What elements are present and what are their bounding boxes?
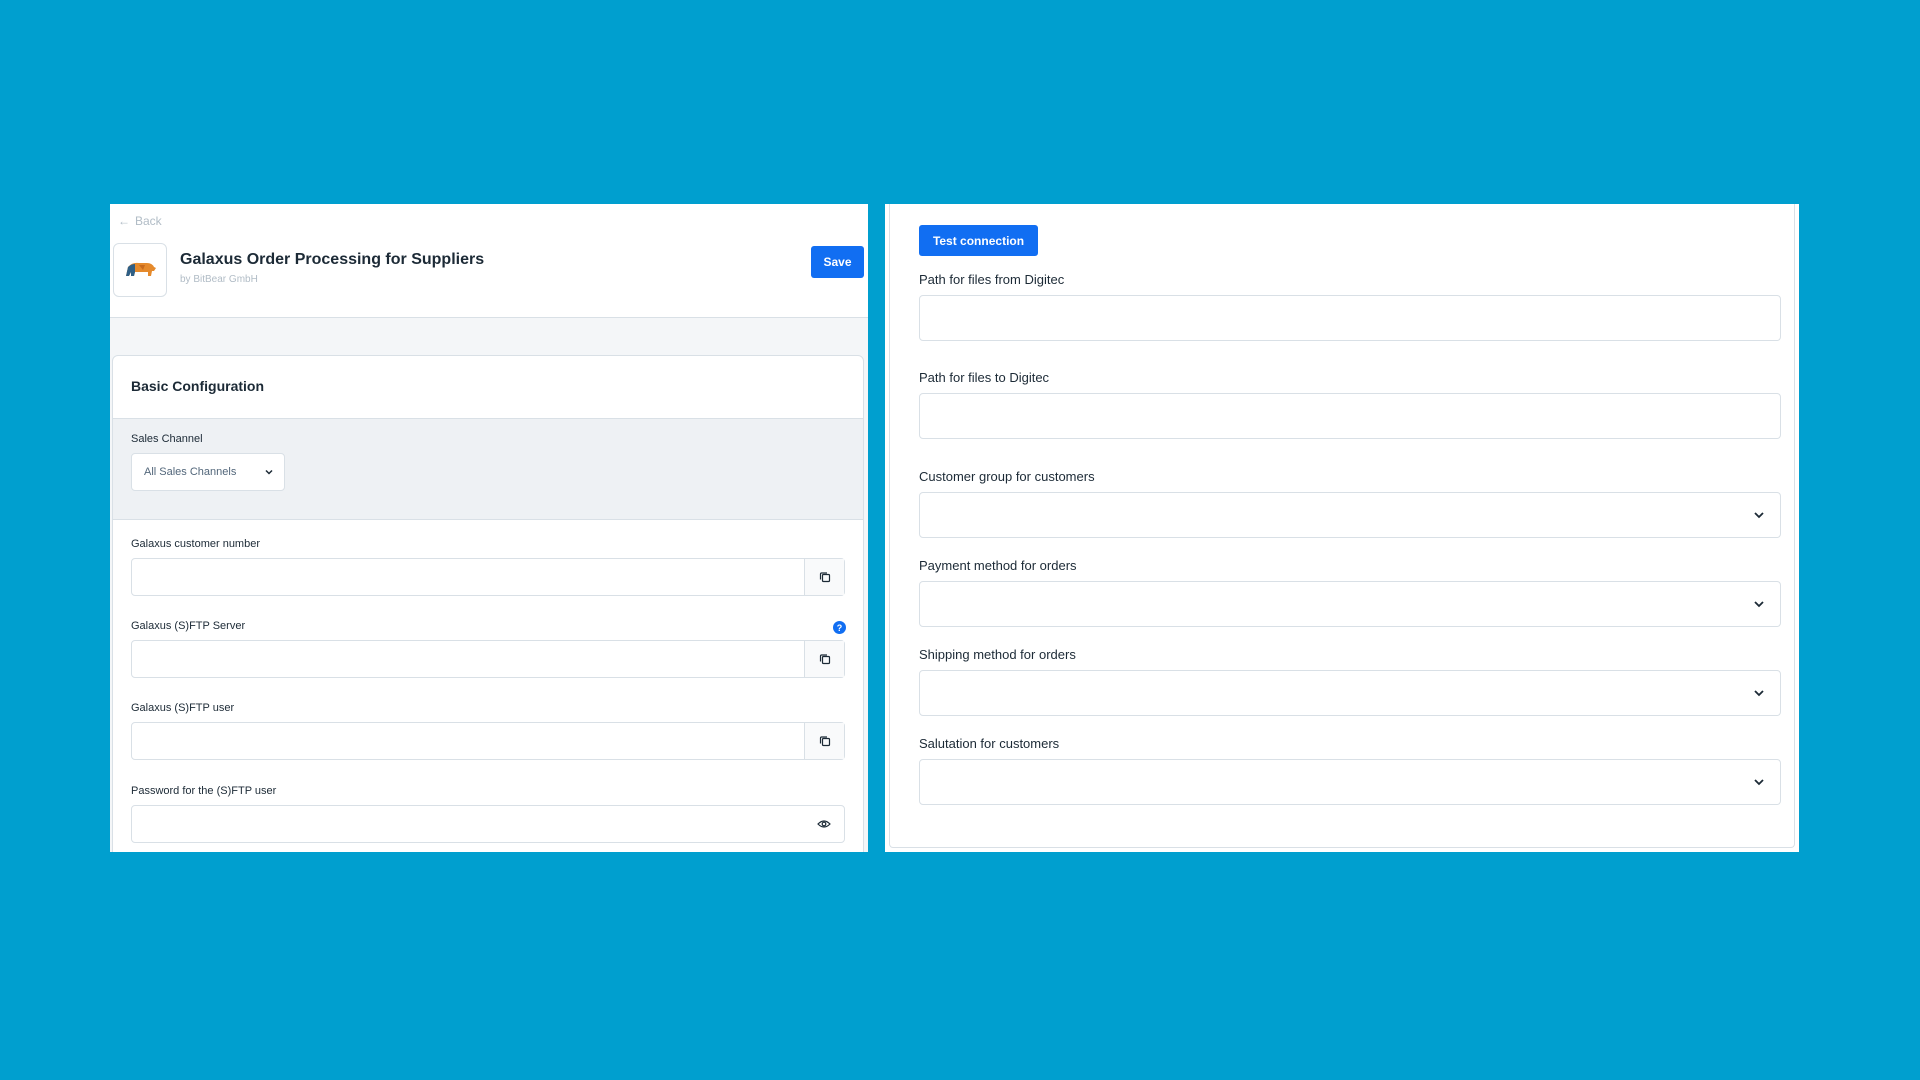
reveal-password-button[interactable] bbox=[804, 806, 844, 842]
eye-icon bbox=[817, 820, 831, 828]
save-button[interactable]: Save bbox=[811, 246, 864, 278]
customer-number-input[interactable] bbox=[132, 559, 805, 595]
back-label: Back bbox=[135, 214, 162, 228]
sftp-server-input[interactable] bbox=[132, 641, 805, 677]
copy-icon bbox=[819, 572, 830, 583]
customer-number-label: Galaxus customer number bbox=[131, 538, 260, 550]
path-from-input[interactable] bbox=[920, 296, 1780, 340]
shipping-method-label: Shipping method for orders bbox=[919, 647, 1076, 662]
payment-method-label: Payment method for orders bbox=[919, 558, 1077, 573]
customer-group-label: Customer group for customers bbox=[919, 469, 1095, 484]
chevron-down-icon bbox=[1754, 512, 1764, 519]
connection-settings-panel: Test connection Path for files from Digi… bbox=[885, 204, 1799, 852]
app-logo bbox=[113, 243, 167, 297]
copy-button[interactable] bbox=[804, 559, 844, 595]
chevron-down-icon bbox=[265, 469, 273, 475]
card-title: Basic Configuration bbox=[131, 378, 265, 394]
sftp-user-input[interactable] bbox=[132, 723, 805, 759]
copy-icon bbox=[819, 654, 830, 665]
basic-configuration-card: Basic Configuration Sales Channel All Sa… bbox=[112, 355, 864, 852]
salutation-label: Salutation for customers bbox=[919, 736, 1060, 751]
arrow-left-icon: ← bbox=[118, 214, 130, 228]
sales-channel-select[interactable]: All Sales Channels bbox=[131, 453, 285, 491]
connection-settings-card: Test connection Path for files from Digi… bbox=[889, 204, 1795, 848]
customer-group-select[interactable] bbox=[919, 492, 1781, 538]
sftp-server-label: Galaxus (S)FTP Server bbox=[131, 620, 246, 632]
path-to-field bbox=[919, 393, 1781, 439]
shipping-method-value bbox=[920, 672, 948, 687]
payment-method-select[interactable] bbox=[919, 581, 1781, 627]
back-link[interactable]: ← Back bbox=[118, 214, 162, 228]
customer-number-field bbox=[131, 558, 845, 596]
sales-channel-area: Sales Channel All Sales Channels bbox=[113, 418, 863, 520]
sftp-password-label: Password for the (S)FTP user bbox=[131, 785, 277, 797]
chevron-down-icon bbox=[1754, 601, 1764, 608]
sales-channel-label: Sales Channel bbox=[131, 433, 203, 445]
bear-logo-icon bbox=[126, 262, 156, 276]
help-circle-icon[interactable]: ? bbox=[833, 621, 846, 634]
sftp-server-field bbox=[131, 640, 845, 678]
path-to-label: Path for files to Digitec bbox=[919, 370, 1050, 385]
chevron-down-icon bbox=[1754, 690, 1764, 697]
path-from-field bbox=[919, 295, 1781, 341]
app-title: Galaxus Order Processing for Suppliers bbox=[180, 251, 485, 268]
payment-method-value bbox=[920, 583, 948, 598]
shipping-method-select[interactable] bbox=[919, 670, 1781, 716]
extension-config-panel: ← Back Galaxus Order Processing for Supp… bbox=[110, 204, 868, 852]
copy-button[interactable] bbox=[804, 723, 844, 759]
path-to-input[interactable] bbox=[920, 394, 1780, 438]
chevron-down-icon bbox=[1754, 779, 1764, 786]
path-from-label: Path for files from Digitec bbox=[919, 272, 1065, 287]
sftp-password-field bbox=[131, 805, 845, 843]
sftp-password-input[interactable] bbox=[132, 806, 805, 842]
salutation-select[interactable] bbox=[919, 759, 1781, 805]
sales-channel-value: All Sales Channels bbox=[144, 466, 237, 478]
customer-group-value bbox=[920, 494, 948, 509]
sftp-user-label: Galaxus (S)FTP user bbox=[131, 702, 235, 714]
app-vendor: by BitBear GmbH bbox=[180, 274, 258, 285]
copy-button[interactable] bbox=[804, 641, 844, 677]
sftp-user-field bbox=[131, 722, 845, 760]
salutation-value bbox=[920, 761, 948, 776]
copy-icon bbox=[819, 736, 830, 747]
test-connection-button[interactable]: Test connection bbox=[919, 225, 1038, 256]
